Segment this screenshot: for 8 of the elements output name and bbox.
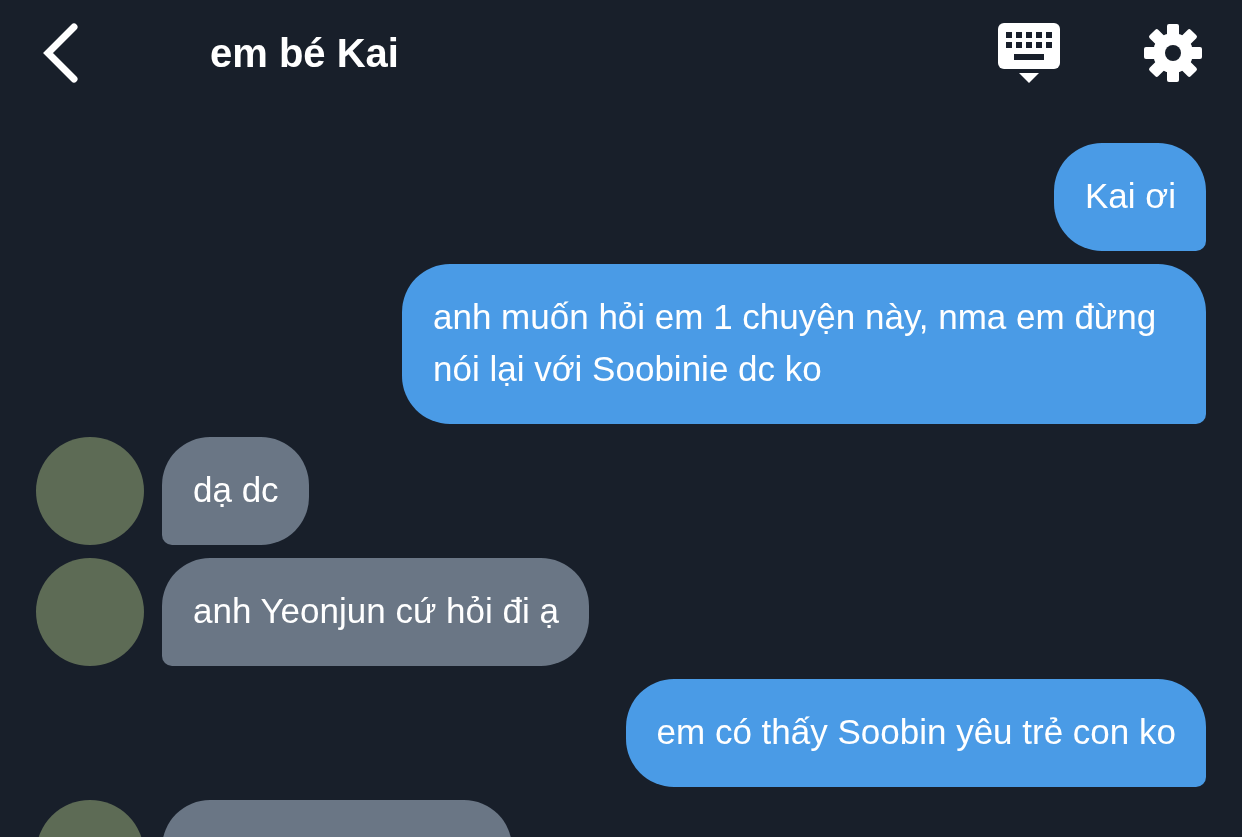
message-bubble: Kai ơi <box>1053 143 1206 251</box>
chat-title: em bé Kai <box>210 29 399 77</box>
message-bubble: anh muốn hỏi em 1 chuyện này, nma em đừng nói lại với Soobinie dc ko <box>402 264 1206 424</box>
settings-icon[interactable] <box>1144 23 1202 82</box>
message-bubble: dạ dc <box>162 437 309 545</box>
message-bubble: anh Yeonjun cứ hỏi đi ạ <box>162 558 589 666</box>
keyboard-icon[interactable] <box>998 22 1060 83</box>
message-bubble: em có thấy Soobin yêu trẻ con ko <box>625 679 1206 787</box>
